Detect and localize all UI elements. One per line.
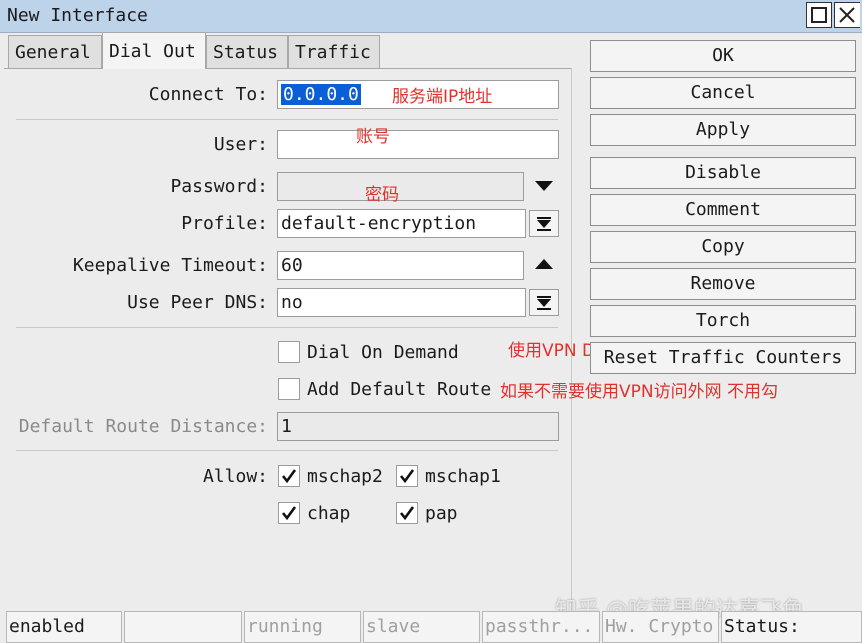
cancel-button[interactable]: Cancel	[590, 77, 856, 109]
mschap1-label: mschap1	[425, 466, 501, 487]
close-button[interactable]	[834, 2, 860, 28]
annotation-default-route: 如果不需要使用VPN访问外网 不用勾	[500, 382, 779, 402]
connect-to-label: Connect To:	[148, 84, 268, 105]
keepalive-toggle-button[interactable]	[529, 250, 559, 277]
profile-dropdown-button[interactable]	[529, 210, 559, 237]
triangle-up-icon	[535, 258, 553, 269]
mschap2-label: mschap2	[307, 466, 383, 487]
annotation-server-ip: 服务端IP地址	[392, 87, 493, 107]
disable-button[interactable]: Disable	[590, 157, 856, 189]
pap-label: pap	[425, 503, 458, 524]
tab-status[interactable]: Status	[206, 35, 288, 68]
profile-label: Profile:	[181, 213, 268, 234]
password-toggle-button[interactable]	[529, 172, 559, 199]
keepalive-label: Keepalive Timeout:	[72, 255, 268, 276]
dropdown-arrow-icon	[537, 295, 551, 310]
route-distance-field[interactable]: 1	[277, 412, 559, 441]
annotation-account: 账号	[356, 127, 390, 147]
maximize-icon	[811, 7, 827, 23]
status-running: running	[244, 611, 361, 643]
status-slave: slave	[363, 611, 480, 643]
dial-on-demand-label: Dial On Demand	[307, 342, 459, 363]
chap-label: chap	[307, 503, 351, 524]
dropdown-arrow-icon	[537, 216, 551, 231]
checkmark-icon	[281, 469, 297, 484]
maximize-button[interactable]	[806, 2, 832, 28]
checkmark-icon	[399, 506, 415, 521]
add-default-route-label: Add Default Route	[307, 379, 492, 400]
user-label: User:	[213, 134, 268, 155]
separator	[16, 327, 558, 328]
password-label: Password:	[170, 176, 268, 197]
remove-button[interactable]: Remove	[590, 268, 856, 300]
status-hw-crypto: Hw. Crypto	[602, 611, 719, 643]
keepalive-field[interactable]: 60	[277, 251, 524, 280]
checkmark-icon	[399, 469, 415, 484]
chap-checkbox[interactable]	[278, 502, 300, 524]
close-icon	[839, 7, 855, 23]
apply-button[interactable]: Apply	[590, 114, 856, 146]
triangle-down-icon	[535, 180, 553, 191]
route-distance-label: Default Route Distance:	[18, 416, 268, 437]
tab-traffic[interactable]: Traffic	[288, 35, 380, 68]
reset-traffic-counters-button[interactable]: Reset Traffic Counters	[590, 342, 856, 374]
comment-button[interactable]: Comment	[590, 194, 856, 226]
checkmark-icon	[281, 506, 297, 521]
user-field[interactable]	[277, 130, 559, 159]
pap-checkbox[interactable]	[396, 502, 418, 524]
separator	[16, 450, 558, 451]
window-title: New Interface	[7, 5, 148, 26]
status-enabled: enabled	[6, 611, 122, 643]
annotation-password: 密码	[365, 185, 399, 205]
connect-to-value: 0.0.0.0	[281, 84, 361, 105]
status-label: Status:	[721, 611, 862, 643]
tab-dial-out[interactable]: Dial Out	[102, 32, 206, 69]
copy-button[interactable]: Copy	[590, 231, 856, 263]
dial-on-demand-checkbox[interactable]	[278, 341, 300, 363]
mschap1-checkbox[interactable]	[396, 465, 418, 487]
add-default-route-checkbox[interactable]	[278, 378, 300, 400]
peer-dns-select[interactable]: no	[277, 288, 526, 317]
status-blank	[124, 611, 242, 643]
separator	[16, 119, 558, 120]
allow-label: Allow:	[202, 466, 268, 487]
status-passthrough: passthr...	[482, 611, 600, 643]
mschap2-checkbox[interactable]	[278, 465, 300, 487]
torch-button[interactable]: Torch	[590, 305, 856, 337]
peer-dns-label: Use Peer DNS:	[127, 292, 268, 313]
ok-button[interactable]: OK	[590, 40, 856, 72]
tab-general[interactable]: General	[8, 35, 102, 68]
profile-select[interactable]: default-encryption	[277, 209, 526, 238]
peer-dns-dropdown-button[interactable]	[529, 289, 559, 316]
password-field[interactable]	[277, 172, 524, 201]
